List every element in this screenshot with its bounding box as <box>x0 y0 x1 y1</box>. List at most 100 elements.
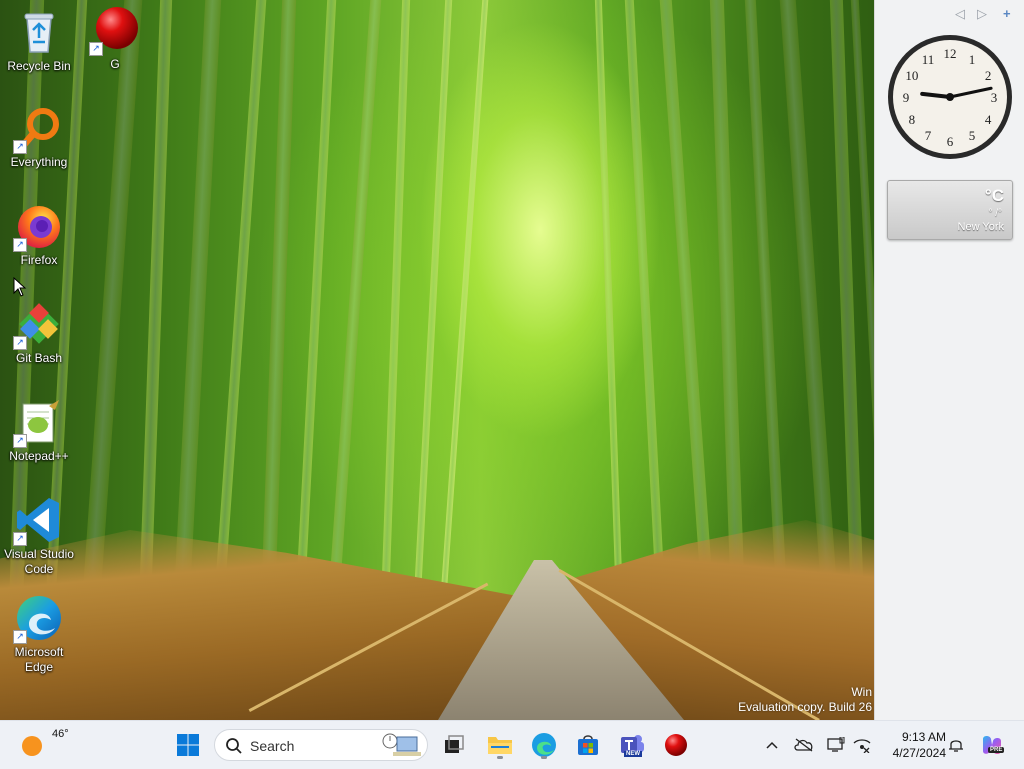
bamboo-stalk <box>623 0 666 600</box>
weather-temperature: °C <box>984 186 1004 205</box>
bamboo-stalk <box>594 0 623 600</box>
desktop-icon-label: Everything <box>10 155 68 169</box>
display-icon[interactable] <box>826 735 846 755</box>
desktop-icon-label: Firefox <box>20 253 58 267</box>
clock-numeral: 9 <box>903 90 910 105</box>
bamboo-stalk <box>709 0 745 601</box>
clock-numeral: 2 <box>985 68 992 83</box>
taskbar-clock[interactable]: 9:13 AM 4/27/2024 <box>876 729 946 761</box>
shortcut-arrow-icon: ↗ <box>13 630 27 644</box>
start-button[interactable] <box>172 729 204 761</box>
desktop-icon-g[interactable]: ↗ G <box>76 6 154 72</box>
teams-new-badge: NEW <box>624 751 642 757</box>
bamboo-stalk <box>261 0 297 601</box>
search-highlight-icon <box>382 733 421 756</box>
clock-numeral: 8 <box>909 112 916 127</box>
running-indicator <box>497 756 503 759</box>
desktop-icon-firefox[interactable]: ↗ Firefox <box>0 202 78 268</box>
weather-gadget[interactable]: °C ° /° New York <box>887 180 1013 240</box>
bamboo-stalk <box>139 0 173 601</box>
bamboo-stalk <box>381 0 411 600</box>
clock-gadget[interactable]: 1 2 3 4 5 6 7 8 9 10 11 12 <box>887 34 1013 160</box>
shortcut-arrow-icon: ↗ <box>89 42 103 56</box>
shortcut-arrow-icon: ↗ <box>13 336 27 350</box>
taskbar-file-explorer[interactable] <box>484 729 516 761</box>
start-icon <box>177 734 199 756</box>
next-page-icon[interactable]: ▷ <box>977 6 987 22</box>
clock-numeral: 1 <box>969 52 976 67</box>
show-hidden-icon[interactable] <box>762 735 782 755</box>
red-ball-icon: ↗ <box>89 6 139 56</box>
previous-page-icon[interactable]: ◁ <box>955 6 965 22</box>
shortcut-arrow-icon: ↗ <box>13 140 27 154</box>
search-placeholder: Search <box>250 738 295 754</box>
watermark-line-1: Win <box>851 685 872 699</box>
desktop-icon-label: Microsoft Edge <box>14 645 64 674</box>
taskbar-edge[interactable] <box>528 729 560 761</box>
bamboo-stalk <box>173 0 223 600</box>
gadget-sidebar: ◁ ▷ + 1 2 3 4 5 6 7 8 9 10 11 12 °C ° /° New York <box>874 0 1024 720</box>
taskbar-teams[interactable]: NEW <box>616 729 648 761</box>
magnifier-icon: ↗ <box>13 104 63 154</box>
copilot-icon[interactable]: PRE <box>980 733 1005 757</box>
taskbar-g-app[interactable] <box>660 729 692 761</box>
bamboo-stalk <box>658 0 714 600</box>
taskbar-date: 4/27/2024 <box>892 746 946 760</box>
add-gadget-icon[interactable]: + <box>1003 6 1011 21</box>
sun-icon <box>22 736 42 756</box>
task-view-button[interactable] <box>438 729 470 761</box>
shortcut-arrow-icon: ↗ <box>13 238 27 252</box>
desktop-icon-edge[interactable]: ↗ Microsoft Edge <box>0 594 78 675</box>
taskbar-weather-widget[interactable]: 46° <box>20 728 69 762</box>
edge-icon <box>532 733 556 757</box>
store-icon <box>578 735 598 755</box>
bamboo-stalk <box>82 0 144 600</box>
g-app-icon <box>665 734 687 756</box>
taskbar: 46° Search NEW 9:13 AM 4/27/2024 PRE <box>0 720 1024 769</box>
bamboo-stalk <box>743 0 788 600</box>
clock-center-pin <box>946 93 954 101</box>
desktop-icon-everything[interactable]: ↗ Everything <box>0 104 78 170</box>
clock-numeral: 11 <box>922 52 935 67</box>
desktop-icon-git-bash[interactable]: ↗ Git Bash <box>0 300 78 366</box>
copilot-pre-badge: PRE <box>988 747 1005 753</box>
file-explorer-icon <box>488 737 512 754</box>
shortcut-arrow-icon: ↗ <box>13 532 27 546</box>
running-indicator <box>541 756 547 759</box>
bamboo-stalk <box>440 0 490 600</box>
weather-range: ° /° <box>988 208 1002 219</box>
mouse-cursor-icon <box>13 276 27 302</box>
taskbar-time: 9:13 AM <box>901 730 946 744</box>
bamboo-stalk <box>778 0 838 600</box>
clock-numeral: 3 <box>991 90 998 105</box>
desktop-icon-label: Git Bash <box>15 351 63 365</box>
network-icon[interactable] <box>852 735 872 755</box>
firefox-icon: ↗ <box>13 202 63 252</box>
clock-numeral: 5 <box>969 128 976 143</box>
notifications-icon[interactable] <box>946 735 966 755</box>
taskbar-store[interactable] <box>572 729 604 761</box>
evaluation-watermark: Win Evaluation copy. Build 26 <box>738 685 872 715</box>
vscode-icon: ↗ <box>13 496 63 546</box>
clock-numeral: 12 <box>944 46 957 61</box>
grass-left <box>0 530 520 720</box>
clock-numeral: 7 <box>925 128 932 143</box>
weather-temperature: 46° <box>52 728 69 740</box>
onedrive-icon[interactable] <box>794 735 814 755</box>
clock-numeral: 6 <box>947 134 954 149</box>
desktop-icon-vscode[interactable]: ↗ Visual Studio Code <box>0 496 78 577</box>
clock-numeral: 4 <box>985 112 992 127</box>
bamboo-stalk <box>214 0 268 600</box>
shortcut-arrow-icon: ↗ <box>13 434 27 448</box>
git-bash-icon: ↗ <box>13 300 63 350</box>
watermark-line-2: Evaluation copy. Build 26 <box>738 700 872 714</box>
weather-city: New York <box>957 221 1004 233</box>
desktop-icon-label: Recycle Bin <box>7 59 71 73</box>
desktop-icon-recycle-bin[interactable]: Recycle Bin <box>0 8 78 74</box>
task-view-icon <box>445 735 464 753</box>
search-input[interactable]: Search <box>214 729 428 761</box>
desktop-icon-notepad-plus-plus[interactable]: ↗ Notepad++ <box>0 398 78 464</box>
bamboo-stalk <box>295 0 338 600</box>
notepad-plus-plus-icon: ↗ <box>13 398 63 448</box>
desktop-icon-label: Notepad++ <box>9 449 69 463</box>
